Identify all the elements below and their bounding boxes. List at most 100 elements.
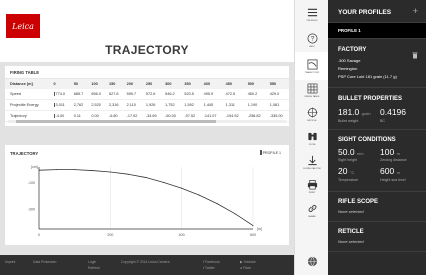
trajectory-point: [109, 171, 111, 173]
trajectory-chart: 0 200 400 600 -100 -300 [cm] [m]: [28, 165, 262, 237]
firing-table-header-row: Distance [m] 0 50 100 150 200 250 300 350 400 450 5…: [5, 79, 289, 89]
table-cell: 1,081: [267, 99, 289, 111]
profile-item-active[interactable]: PROFILE 1: [328, 23, 426, 39]
footer-copyright: Copyright © 2014 Leica Camera: [121, 260, 170, 264]
x-tick-label: 200: [107, 233, 113, 237]
sea-level-label: Height sea level: [380, 178, 406, 182]
zeroing-distance-value: 100 m: [380, 147, 400, 157]
nav-label-firing-table: FIRING TABLE: [304, 95, 320, 98]
reticle-section[interactable]: RETICLE None selected: [328, 222, 426, 252]
sight-conditions-section[interactable]: SIGHT CONDITIONS 50.0 mm 100 m Sight hei…: [328, 130, 426, 192]
nav-label-help: HELP: [309, 45, 315, 48]
grid-icon: [307, 83, 317, 93]
trajectory-legend: PROFILE 1: [260, 150, 281, 155]
trajectory-point: [145, 177, 147, 179]
legend-swatch: [260, 150, 262, 155]
table-cell: 572.6: [143, 89, 164, 100]
column-header-400: 400: [201, 79, 224, 89]
factory-section[interactable]: FACTORY .300 Savage Remington PSP Core L…: [328, 39, 426, 88]
sea-level-value: 600 m: [380, 166, 400, 176]
profile-marker: [53, 114, 55, 118]
profile-marker: [53, 103, 55, 107]
factory-bullet: PSP Core Lokt 181 grain (11.7 g): [338, 74, 397, 79]
row-label: Projectile Energy: [5, 99, 52, 111]
bullet-weight-unit: grain: [361, 111, 371, 116]
nav-label-trajectory: TRAJECTORY: [304, 71, 320, 74]
y-tick-label: -300: [28, 208, 35, 212]
temperature-number: 20: [338, 166, 348, 176]
footer-refresh-link[interactable]: Refresh: [88, 266, 100, 270]
row-label: Speed: [5, 89, 52, 100]
column-header-0: 0: [51, 79, 72, 89]
bc-label: BC: [380, 119, 385, 123]
download-icon: [307, 155, 317, 165]
header: Leica TRAJECTORY: [0, 0, 294, 62]
nav-profiles[interactable]: PROFILES: [295, 0, 329, 28]
trajectory-point: [199, 194, 200, 196]
bullet-properties-section[interactable]: BULLET PROPERTIES 181.0 grain 0.4196 Bul…: [328, 88, 426, 130]
column-header-500: 500: [245, 79, 268, 89]
rifle-scope-section[interactable]: RIFLE SCOPE None selected: [328, 192, 426, 222]
column-header-300: 300: [163, 79, 183, 89]
sight-height-unit: mm: [356, 151, 364, 156]
reticle-heading: RETICLE: [338, 229, 364, 235]
sight-height-value: 50.0 mm: [338, 147, 364, 157]
table-cell: 1,190: [245, 99, 268, 111]
footer-data-protection-link[interactable]: Data Protection: [33, 260, 56, 264]
rifle-scope-value: None selected: [338, 209, 364, 214]
footer-twitter-link[interactable]: t Twitter: [203, 266, 215, 270]
zeroing-distance-label: Zeroing distance: [380, 158, 407, 162]
table-cell: 1,926: [143, 99, 164, 111]
column-header-200: 200: [124, 79, 144, 89]
svg-text:?: ?: [310, 35, 314, 42]
y-tick-label: -100: [28, 181, 35, 185]
nav-share[interactable]: SHARE: [295, 196, 329, 224]
column-header-distance: Distance [m]: [5, 79, 52, 89]
nav-label-profiles: PROFILES: [306, 19, 318, 22]
nav-help[interactable]: ? HELP: [295, 26, 329, 54]
footer-login-link[interactable]: Login: [88, 260, 96, 264]
profile-name: PROFILE 1: [338, 28, 361, 33]
sight-height-label: Sight height: [338, 158, 357, 162]
trajectory-point: [92, 170, 93, 172]
bullet-weight-value: 181.0 grain: [338, 107, 371, 117]
footer-twitter-label: Twitter: [204, 266, 215, 270]
column-header-550: 550: [267, 79, 289, 89]
factory-brand: Remington: [338, 66, 358, 71]
table-cell: 495.9: [201, 89, 224, 100]
trajectory-point: [234, 213, 236, 215]
page-title: TRAJECTORY: [105, 43, 189, 57]
icon-navigation: PROFILES ? HELP TRAJECTORY FIRING TABLE …: [294, 0, 329, 275]
x-tick-label: 600: [250, 233, 256, 237]
firing-table-body: Speed 774.0 685.7 656.0 627.6 599.7 572.6 546.2…: [5, 89, 289, 122]
factory-caliber: .300 Savage: [338, 58, 361, 63]
column-header-450: 450: [223, 79, 246, 89]
add-profile-button[interactable]: +: [413, 6, 418, 16]
table-scrollbar-thumb[interactable]: [16, 120, 216, 123]
footer-youtube-link[interactable]: ▶ Youtube: [240, 260, 256, 264]
table-cell: 774.0: [51, 89, 72, 100]
nav-language[interactable]: [295, 247, 329, 275]
trajectory-point: [163, 182, 165, 184]
leica-logo[interactable]: Leica: [6, 14, 40, 38]
column-header-350: 350: [182, 79, 202, 89]
table-scrollbar[interactable]: [8, 120, 286, 123]
trash-icon[interactable]: [412, 46, 418, 64]
x-axis-label: [m]: [257, 227, 262, 231]
column-header-50: 50: [71, 79, 90, 89]
table-cell: 627.6: [106, 89, 125, 100]
nav-label-share: SHARE: [308, 215, 316, 218]
menu-icon: [307, 8, 317, 16]
nav-label-print: PRINT: [308, 191, 316, 194]
footer-imprint-link[interactable]: Imprint: [5, 260, 15, 264]
zeroing-distance-unit: m: [396, 151, 400, 156]
footer-facebook-link[interactable]: f Facebook: [203, 260, 220, 264]
table-cell: 472.5: [223, 89, 246, 100]
trajectory-point: [216, 203, 218, 205]
footer-flickr-link[interactable]: ● Flickr: [240, 266, 251, 270]
zeroing-distance-number: 100: [380, 147, 395, 157]
footer-facebook-label: Facebook: [204, 260, 220, 264]
table-cell: 599.7: [124, 89, 144, 100]
profiles-header: YOUR PROFILES +: [328, 0, 426, 23]
bc-value: 0.4196: [380, 107, 406, 117]
